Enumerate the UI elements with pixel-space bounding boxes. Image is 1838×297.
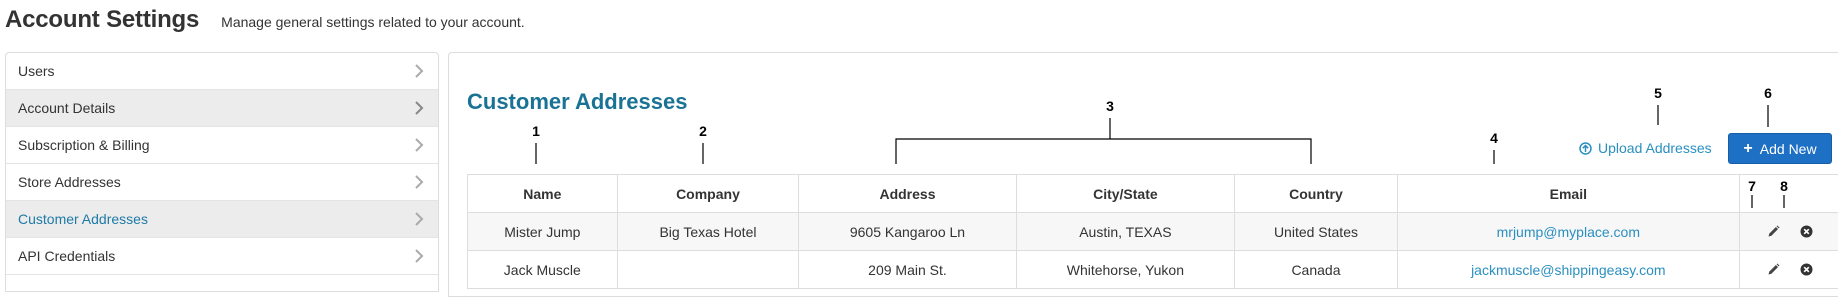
- cell-actions: [1739, 213, 1838, 251]
- remove-circle-icon[interactable]: [1800, 225, 1813, 238]
- cell-company: Big Texas Hotel: [617, 213, 799, 251]
- chevron-right-icon: [412, 212, 426, 226]
- chevron-right-icon: [412, 138, 426, 152]
- settings-sidebar: Users Account Details Subscription & Bil…: [5, 52, 439, 292]
- table-header-row: Name Company Address City/State Country …: [468, 175, 1838, 213]
- column-header-email[interactable]: Email: [1397, 175, 1739, 213]
- table-row: Jack Muscle 209 Main St. Whitehorse, Yuk…: [468, 251, 1838, 289]
- sidebar-item-account-details[interactable]: Account Details: [6, 90, 438, 127]
- column-header-actions: [1739, 175, 1838, 213]
- customer-addresses-panel: Customer Addresses Upload Addresses + Ad…: [448, 52, 1838, 297]
- column-header-address[interactable]: Address: [799, 175, 1016, 213]
- pencil-icon[interactable]: [1767, 225, 1780, 238]
- sidebar-item-customer-addresses[interactable]: Customer Addresses: [6, 201, 438, 238]
- column-header-company[interactable]: Company: [617, 175, 799, 213]
- table-row: Mister Jump Big Texas Hotel 9605 Kangaro…: [468, 213, 1838, 251]
- chevron-right-icon: [412, 64, 426, 78]
- upload-addresses-link[interactable]: Upload Addresses: [1579, 140, 1712, 156]
- cell-email: jackmuscle@shippingeasy.com: [1397, 251, 1739, 289]
- column-header-name[interactable]: Name: [468, 175, 618, 213]
- sidebar-item-label: Store Addresses: [18, 174, 121, 190]
- upload-addresses-label: Upload Addresses: [1598, 140, 1712, 156]
- sidebar-item-label: Customer Addresses: [18, 211, 148, 227]
- upload-circle-icon: [1579, 142, 1592, 155]
- chevron-right-icon: [412, 175, 426, 189]
- sidebar-item-subscription-billing[interactable]: Subscription & Billing: [6, 127, 438, 164]
- cell-email: mrjump@myplace.com: [1397, 213, 1739, 251]
- email-link[interactable]: mrjump@myplace.com: [1497, 224, 1640, 240]
- cell-country: Canada: [1235, 251, 1398, 289]
- sidebar-item-label: Users: [18, 63, 55, 79]
- cell-name: Jack Muscle: [468, 251, 618, 289]
- chevron-right-icon: [412, 249, 426, 263]
- sidebar-item-api-credentials[interactable]: API Credentials: [6, 238, 438, 275]
- cell-address: 209 Main St.: [799, 251, 1016, 289]
- cell-company: [617, 251, 799, 289]
- cell-city-state: Whitehorse, Yukon: [1016, 251, 1235, 289]
- sidebar-item-users[interactable]: Users: [6, 53, 438, 90]
- column-header-country[interactable]: Country: [1235, 175, 1398, 213]
- remove-circle-icon[interactable]: [1800, 263, 1813, 276]
- plus-icon: +: [1743, 140, 1752, 158]
- customer-addresses-table: Name Company Address City/State Country …: [467, 174, 1838, 289]
- email-link[interactable]: jackmuscle@shippingeasy.com: [1471, 262, 1665, 278]
- section-title: Customer Addresses: [467, 89, 687, 115]
- sidebar-item-label: Account Details: [18, 100, 115, 116]
- page-subtitle: Manage general settings related to your …: [221, 14, 525, 30]
- page-title: Account Settings: [5, 6, 199, 34]
- page-header: Account Settings Manage general settings…: [5, 6, 525, 42]
- add-new-button[interactable]: + Add New: [1728, 133, 1832, 164]
- pencil-icon[interactable]: [1767, 263, 1780, 276]
- sidebar-item-store-addresses[interactable]: Store Addresses: [6, 164, 438, 201]
- cell-address: 9605 Kangaroo Ln: [799, 213, 1016, 251]
- sidebar-item-label: Subscription & Billing: [18, 137, 150, 153]
- cell-country: United States: [1235, 213, 1398, 251]
- column-header-city-state[interactable]: City/State: [1016, 175, 1235, 213]
- sidebar-item-label: API Credentials: [18, 248, 115, 264]
- cell-name: Mister Jump: [468, 213, 618, 251]
- cell-city-state: Austin, TEXAS: [1016, 213, 1235, 251]
- add-new-label: Add New: [1760, 141, 1817, 157]
- cell-actions: [1739, 251, 1838, 289]
- chevron-right-icon: [412, 101, 426, 115]
